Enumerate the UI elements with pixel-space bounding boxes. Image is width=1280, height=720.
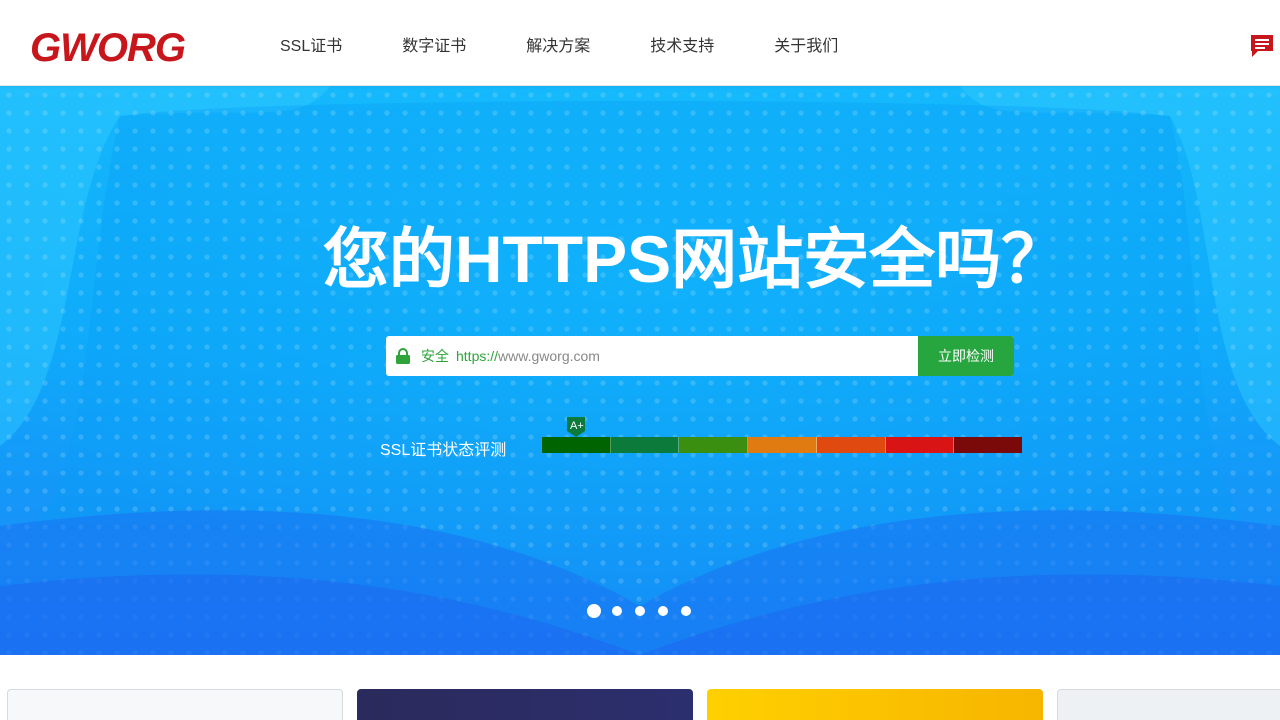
- carousel-dot[interactable]: [681, 606, 691, 616]
- check-now-button[interactable]: 立即检测: [918, 336, 1014, 376]
- ssl-rating-bar: [542, 437, 1023, 453]
- carousel-dot[interactable]: [612, 606, 622, 616]
- carousel-dot[interactable]: [587, 604, 601, 618]
- nav-item-tech-support[interactable]: 技术支持: [620, 0, 744, 86]
- site-header: GWORG SSL证书 数字证书 解决方案 技术支持 关于我们: [0, 0, 1280, 86]
- hero-title: 您的HTTPS网站安全吗？: [322, 222, 1068, 296]
- lock-icon: [396, 348, 410, 364]
- product-card[interactable]: [357, 689, 693, 720]
- chat-icon[interactable]: [1249, 33, 1275, 59]
- rating-segment: [816, 437, 886, 453]
- carousel-dot[interactable]: [658, 606, 668, 616]
- logo-text: GWORG: [30, 29, 185, 63]
- rating-segment: [954, 437, 1023, 453]
- nav-item-digital-certificates[interactable]: 数字证书: [372, 0, 496, 86]
- product-cards: [0, 655, 1280, 720]
- url-input[interactable]: [454, 336, 914, 376]
- ssl-check-form: 安全 https://www.gworg.com 立即检测: [386, 336, 1014, 376]
- rating-segment: [679, 437, 749, 453]
- product-card[interactable]: [7, 689, 343, 720]
- nav-item-solutions[interactable]: 解决方案: [496, 0, 620, 86]
- nav-item-about-us[interactable]: 关于我们: [744, 0, 868, 86]
- carousel-dot[interactable]: [635, 606, 645, 616]
- rating-segment: [542, 437, 611, 453]
- secure-label: 安全: [421, 348, 449, 364]
- main-nav: SSL证书 数字证书 解决方案 技术支持 关于我们: [250, 0, 868, 86]
- ssl-rating-label: SSL证书状态评测: [380, 442, 507, 459]
- rating-segment: [748, 437, 817, 453]
- product-card[interactable]: [707, 689, 1043, 720]
- rating-segment: [885, 437, 955, 453]
- rating-segment: [610, 437, 680, 453]
- grade-marker-text: A+: [570, 420, 584, 432]
- nav-item-ssl-certificates[interactable]: SSL证书: [250, 0, 372, 86]
- grade-marker-icon: A+: [567, 417, 585, 437]
- gworg-logo[interactable]: GWORG: [30, 29, 220, 63]
- carousel-dots: [587, 604, 704, 618]
- hero-banner: 您的HTTPS网站安全吗？ 安全 https://www.gworg.com 立…: [0, 86, 1280, 655]
- product-card[interactable]: [1057, 689, 1280, 720]
